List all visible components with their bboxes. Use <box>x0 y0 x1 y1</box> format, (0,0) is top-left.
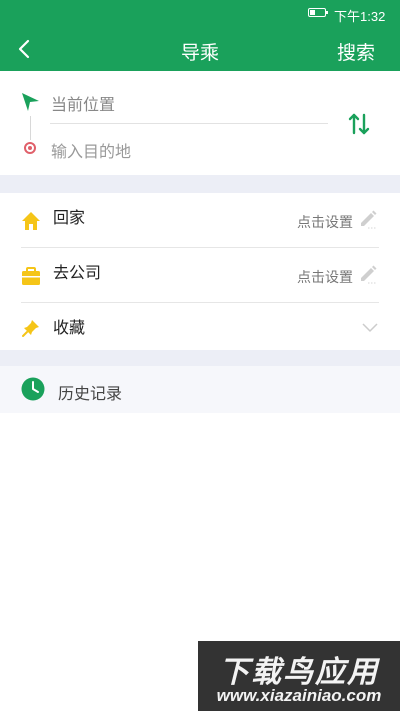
destination-icon <box>24 142 36 154</box>
route-divider <box>50 123 328 124</box>
place-row-work[interactable]: 去公司 点击设置 <box>0 248 400 303</box>
clock-icon <box>21 377 45 401</box>
swap-icon[interactable] <box>348 112 370 136</box>
watermark-title: 下载鸟应用 <box>219 656 379 689</box>
section-gap <box>0 175 400 193</box>
battery-icon <box>308 8 328 17</box>
set-work-link[interactable]: 点击设置 <box>297 267 353 287</box>
set-home-link[interactable]: 点击设置 <box>297 212 353 232</box>
pin-icon <box>22 320 39 337</box>
place-row-favorites[interactable]: 收藏 <box>0 303 400 350</box>
place-label: 去公司 <box>53 265 102 282</box>
watermark-url: www.xiazainiao.com <box>216 686 382 705</box>
pencil-icon[interactable] <box>358 264 378 284</box>
place-row-home[interactable]: 回家 点击设置 <box>0 193 400 248</box>
place-label: 收藏 <box>53 320 86 337</box>
place-label: 回家 <box>53 210 86 227</box>
briefcase-icon <box>22 267 40 285</box>
route-connector-line <box>30 116 31 140</box>
origin-input[interactable]: 当前位置 <box>51 91 115 115</box>
search-button[interactable]: 搜索 <box>337 38 375 65</box>
section-gap <box>0 350 400 366</box>
home-icon <box>22 212 40 230</box>
history-section[interactable]: 历史记录 <box>0 366 400 413</box>
destination-input[interactable]: 输入目的地 <box>51 138 131 162</box>
status-time: 下午1:32 <box>334 9 386 24</box>
top-nav-bar: 导乘 搜索 <box>0 28 400 71</box>
saved-places-list: 回家 点击设置 去公司 点击设置 收藏 <box>0 193 400 350</box>
watermark-logo: 下载鸟应用 www.xiazainiao.com <box>198 641 400 711</box>
route-input-panel: 当前位置 输入目的地 <box>0 71 400 175</box>
pencil-icon[interactable] <box>358 209 378 229</box>
location-arrow-icon <box>22 93 39 111</box>
history-label: 历史记录 <box>58 386 123 403</box>
status-bar: 下午1:32 <box>0 0 400 28</box>
chevron-down-icon[interactable] <box>362 323 378 333</box>
